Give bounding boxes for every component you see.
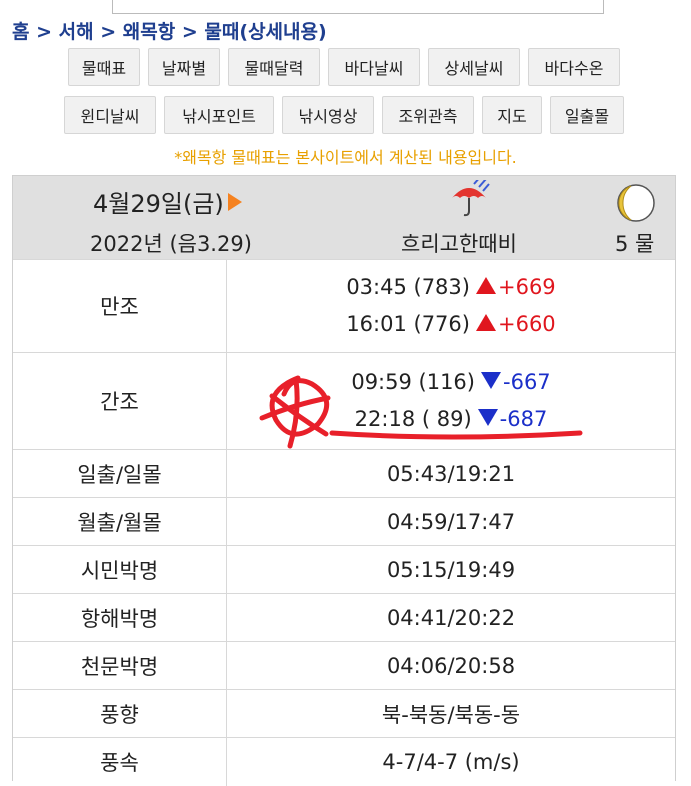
- astronomical-twilight-value: 04:06/20:58: [226, 641, 675, 690]
- date-heading: 4월29일(금): [93, 184, 242, 219]
- breadcrumb-current: 물때(상세내용): [204, 21, 327, 43]
- fall-triangle-icon: [481, 372, 501, 389]
- breadcrumb: 홈 > 서해 > 왜목항 > 물때(상세내용): [12, 17, 327, 44]
- menu-fishing-point-button[interactable]: 낚시포인트: [164, 96, 274, 134]
- menu-tide-observation-button[interactable]: 조위관측: [382, 96, 474, 134]
- wind-speed-label: 풍속: [13, 737, 227, 786]
- next-day-arrow-icon[interactable]: [227, 193, 242, 211]
- menu-sea-temp-button[interactable]: 바다수온: [528, 48, 620, 86]
- low-tide-entry: 22:18 ( 89) -687: [227, 401, 675, 438]
- high-tide-diff: +660: [497, 312, 556, 336]
- day-header: 4월29일(금) 2022년 (음3.29) 흐리고한때비 5 물: [13, 176, 675, 259]
- breadcrumb-separator: >: [36, 21, 53, 43]
- breadcrumb-home-link[interactable]: 홈: [12, 21, 29, 43]
- moonrise-moonset-label: 월출/월몰: [13, 497, 227, 546]
- breadcrumb-separator: >: [181, 21, 198, 43]
- menu-windy-weather-button[interactable]: 윈디날씨: [64, 96, 156, 134]
- menu-detail-weather-button[interactable]: 상세날씨: [428, 48, 520, 86]
- crescent-moon-icon: [617, 184, 655, 222]
- low-tide-diff: -667: [503, 370, 551, 394]
- menu-row-1: 물때표 날짜별 물때달력 바다날씨 상세날씨 바다수온: [0, 48, 691, 88]
- low-tide-entry: 09:59 (116) -667: [227, 364, 675, 401]
- low-tide-label: 간조: [13, 352, 227, 450]
- table-row-high-tide: 만조 03:45 (783) +669 16:01 (776) +660: [13, 259, 675, 353]
- high-tide-entry: 16:01 (776) +660: [227, 306, 675, 343]
- tide-table: 만조 03:45 (783) +669 16:01 (776) +660 간조 09…: [13, 259, 675, 786]
- menu-tide-calendar-button[interactable]: 물때달력: [228, 48, 320, 86]
- breadcrumb-separator: >: [100, 21, 117, 43]
- low-tide-time: 22:18 ( 89): [354, 407, 472, 431]
- low-tide-diff: -687: [499, 407, 548, 431]
- table-row: 항해박명 04:41/20:22: [13, 593, 675, 642]
- civil-twilight-label: 시민박명: [13, 545, 227, 594]
- calculation-notice: *왜목항 물때표는 본사이트에서 계산된 내용입니다.: [174, 148, 517, 167]
- wind-direction-value: 북-북동/북동-동: [226, 689, 675, 738]
- rise-triangle-icon: [475, 277, 496, 294]
- table-row: 풍향 북-북동/북동-동: [13, 689, 675, 738]
- high-tide-time: 03:45 (783): [346, 275, 470, 299]
- table-row: 풍속 4-7/4-7 (m/s): [13, 737, 675, 786]
- high-tide-values: 03:45 (783) +669 16:01 (776) +660: [226, 259, 675, 353]
- menu-map-button[interactable]: 지도: [482, 96, 542, 134]
- umbrella-rain-icon: [452, 180, 490, 217]
- menu-sunrise-sunset-button[interactable]: 일출몰: [550, 96, 624, 134]
- nautical-twilight-label: 항해박명: [13, 593, 227, 642]
- menu-sea-weather-button[interactable]: 바다날씨: [328, 48, 420, 86]
- table-row-low-tide: 간조 09:59 (116) -667 22:18 ( 89) -687: [13, 352, 675, 450]
- table-row: 월출/월몰 04:59/17:47: [13, 497, 675, 546]
- sunrise-sunset-value: 05:43/19:21: [226, 449, 675, 498]
- tide-detail-card: 4월29일(금) 2022년 (음3.29) 흐리고한때비 5 물 만조 03:…: [12, 175, 676, 786]
- moonrise-moonset-value: 04:59/17:47: [226, 497, 675, 546]
- high-tide-diff: +669: [497, 275, 556, 299]
- rise-triangle-icon: [475, 314, 496, 331]
- menu-fishing-video-button[interactable]: 낚시영상: [282, 96, 374, 134]
- menu-row-2: 윈디날씨 낚시포인트 낚시영상 조위관측 지도 일출몰: [0, 96, 691, 136]
- high-tide-time: 16:01 (776): [346, 312, 470, 336]
- table-row: 시민박명 05:15/19:49: [13, 545, 675, 594]
- breadcrumb-port-link[interactable]: 왜목항: [123, 21, 175, 43]
- wind-direction-label: 풍향: [13, 689, 227, 738]
- high-tide-entry: 03:45 (783) +669: [227, 269, 675, 306]
- fall-triangle-icon: [477, 409, 498, 426]
- menu-tide-table-button[interactable]: 물때표: [68, 48, 140, 86]
- year-lunar-date: 2022년 (음3.29): [90, 232, 252, 256]
- low-tide-values: 09:59 (116) -667 22:18 ( 89) -687: [226, 352, 675, 450]
- astronomical-twilight-label: 천문박명: [13, 641, 227, 690]
- weather-description: 흐리고한때비: [401, 232, 517, 256]
- breadcrumb-region-link[interactable]: 서해: [59, 21, 94, 43]
- table-row: 일출/일몰 05:43/19:21: [13, 449, 675, 498]
- tide-age-label: 5 물: [615, 232, 655, 256]
- top-frame-edge: [112, 0, 604, 14]
- table-row: 천문박명 04:06/20:58: [13, 641, 675, 690]
- low-tide-time: 09:59 (116): [351, 370, 475, 394]
- nautical-twilight-value: 04:41/20:22: [226, 593, 675, 642]
- wind-speed-value: 4-7/4-7 (m/s): [226, 737, 675, 786]
- menu-by-date-button[interactable]: 날짜별: [148, 48, 220, 86]
- civil-twilight-value: 05:15/19:49: [226, 545, 675, 594]
- sunrise-sunset-label: 일출/일몰: [13, 449, 227, 498]
- date-label: 4월29일(금): [93, 190, 224, 218]
- high-tide-label: 만조: [13, 259, 227, 353]
